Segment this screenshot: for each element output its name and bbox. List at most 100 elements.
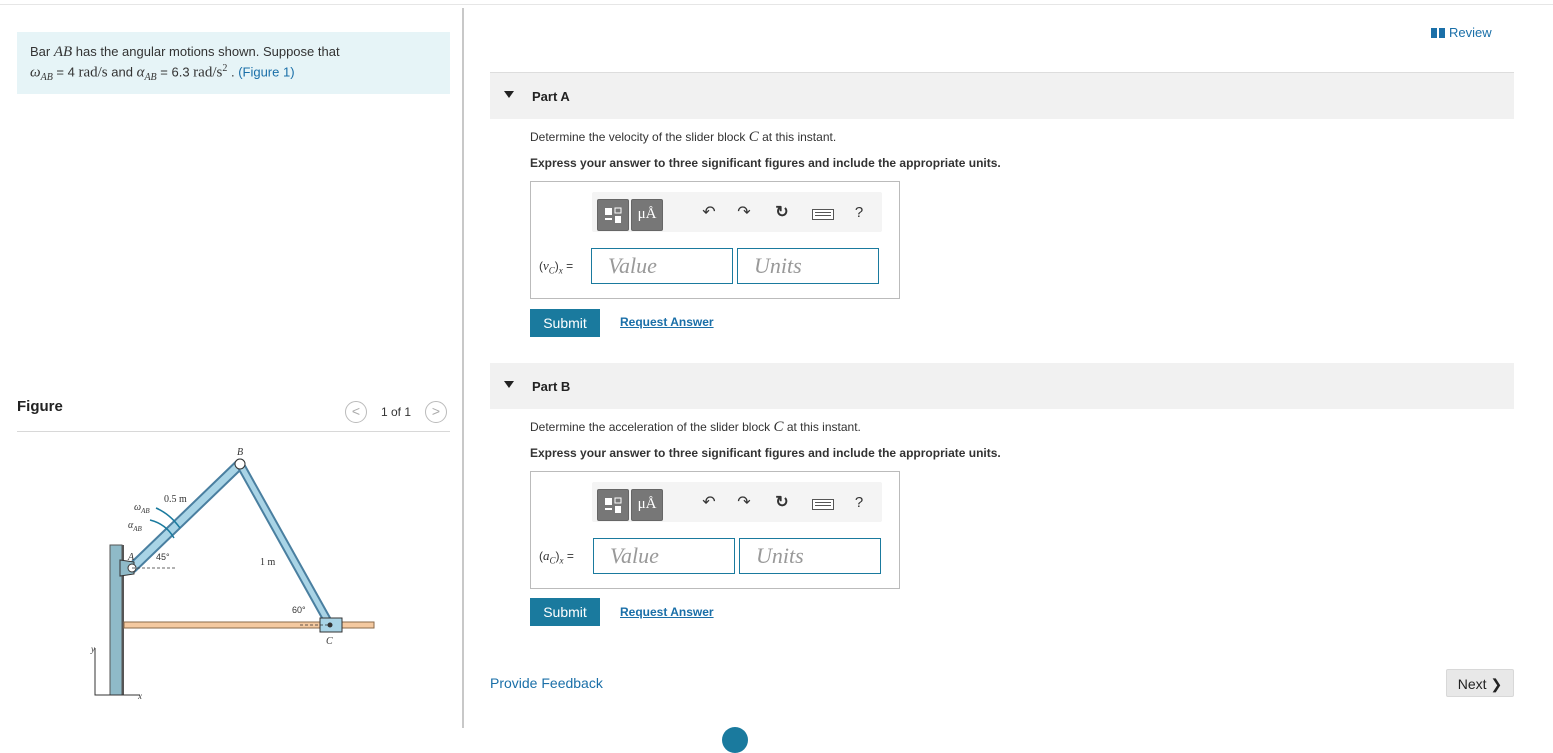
figure-link[interactable]: (Figure 1)	[238, 64, 294, 79]
problem-and: and	[107, 64, 137, 80]
figure-next-button[interactable]: >	[425, 401, 447, 423]
column-divider	[462, 8, 464, 728]
next-label: Next	[1457, 676, 1487, 692]
part-b-prompt-var: C	[773, 419, 784, 435]
omega-symbol: ω	[30, 64, 41, 81]
templates-icon	[605, 497, 622, 513]
problem-text-mid: has the angular motions shown. Suppose t…	[72, 44, 340, 59]
undo-icon[interactable]: ↶	[697, 203, 721, 223]
label-axis-y: y	[90, 644, 95, 654]
bar-bc	[235, 459, 335, 630]
part-a-lhs: (vC)x =	[539, 258, 574, 276]
problem-line-2: ωAB = 4 rad/s and αAB = 6.3 rad/s2 . (Fi…	[30, 63, 295, 83]
part-a-units-input[interactable]	[738, 249, 878, 283]
units-icon: μÅ	[637, 206, 657, 222]
keyboard-icon[interactable]	[812, 499, 834, 510]
figure-pager-text: 1 of 1	[381, 405, 412, 419]
help-icon[interactable]: ?	[847, 203, 871, 223]
part-a-prompt-var: C	[748, 129, 759, 145]
redo-icon[interactable]: ↷	[732, 493, 756, 513]
part-b-prompt-post: at this instant.	[783, 420, 861, 434]
label-b: B	[237, 447, 243, 458]
publisher-logo-icon	[722, 727, 748, 753]
part-b-units-field	[739, 538, 881, 574]
label-alpha-subscript: AB	[132, 525, 142, 533]
part-b-value-field	[593, 538, 735, 574]
mechanism-figure: B A C 0.5 m 1 m 45° 60° ωAB αAB y x	[90, 447, 375, 701]
units-button[interactable]: μÅ	[631, 199, 663, 231]
review-label: Review	[1449, 25, 1492, 40]
part-b-answer-box: μÅ ↶ ↷ ↻ ? (aC)x =	[530, 471, 900, 589]
part-a-submit-button[interactable]: Submit	[530, 309, 600, 337]
problem-statement: Bar AB has the angular motions shown. Su…	[17, 32, 450, 94]
label-a: A	[127, 552, 135, 563]
part-b-request-answer-link[interactable]: Request Answer	[620, 605, 714, 619]
problem-dot: .	[227, 64, 239, 80]
part-a-prompt-post: at this instant.	[758, 130, 837, 144]
alpha-subscript: AB	[144, 71, 157, 83]
figure-pager: < 1 of 1 >	[345, 401, 451, 423]
reset-icon[interactable]: ↻	[770, 203, 794, 223]
undo-icon[interactable]: ↶	[697, 493, 721, 513]
part-b-instruction: Express your answer to three significant…	[530, 446, 1001, 460]
chevron-left-icon: <	[351, 403, 361, 419]
top-rule	[0, 4, 1553, 5]
book-icon	[1431, 28, 1445, 38]
part-a-toolbar: μÅ ↶ ↷ ↻ ?	[592, 192, 882, 232]
part-b-title: Part B	[532, 379, 571, 394]
part-b-prompt: Determine the acceleration of the slider…	[530, 419, 861, 436]
part-a-units-field	[737, 248, 879, 284]
provide-feedback-link[interactable]: Provide Feedback	[490, 675, 603, 691]
part-b-value-input[interactable]	[594, 539, 734, 573]
pin-b	[234, 458, 246, 470]
part-a-prompt-pre: Determine the velocity of the slider blo…	[530, 130, 749, 144]
figure-rule	[17, 431, 450, 432]
part-a-value-input[interactable]	[592, 249, 732, 283]
reset-icon[interactable]: ↻	[770, 493, 794, 513]
bar-name: AB	[53, 44, 73, 60]
part-a-value-field	[591, 248, 733, 284]
part-a-lhs-subscript: C	[548, 265, 555, 276]
templates-button[interactable]	[597, 489, 629, 521]
caret-down-icon	[504, 381, 514, 388]
review-link[interactable]: Review	[1431, 25, 1492, 40]
units-button[interactable]: μÅ	[631, 489, 663, 521]
part-b-submit-button[interactable]: Submit	[530, 598, 600, 626]
part-b-units-input[interactable]	[740, 539, 880, 573]
part-a-answer-box: μÅ ↶ ↷ ↻ ? (vC)x =	[530, 181, 900, 299]
label-angle-45: 45°	[156, 552, 170, 562]
part-b-toolbar: μÅ ↶ ↷ ↻ ?	[592, 482, 882, 522]
figure-prev-button[interactable]: <	[345, 401, 367, 423]
help-icon[interactable]: ?	[847, 493, 871, 513]
alpha-unit: rad/s	[193, 64, 223, 81]
next-button[interactable]: Next ❯	[1446, 669, 1514, 697]
part-a-header[interactable]: Part A	[490, 73, 1514, 119]
part-b-lhs-equals: =	[563, 549, 574, 563]
label-angle-60: 60°	[292, 605, 306, 615]
omega-value: = 4	[52, 64, 79, 80]
problem-line-1: Bar AB has the angular motions shown. Su…	[30, 44, 340, 61]
label-omega-subscript: AB	[140, 507, 150, 515]
label-omega: ωAB	[134, 502, 150, 515]
keyboard-icon[interactable]	[812, 209, 834, 220]
redo-icon[interactable]: ↷	[732, 203, 756, 223]
label-length-ab: 0.5 m	[164, 494, 187, 505]
part-b-lhs: (aC)x =	[539, 548, 574, 566]
units-icon: μÅ	[637, 496, 657, 512]
part-b-prompt-pre: Determine the acceleration of the slider…	[530, 420, 774, 434]
problem-text-pre: Bar	[30, 44, 54, 59]
part-a-prompt: Determine the velocity of the slider blo…	[530, 129, 836, 146]
caret-down-icon	[504, 91, 514, 98]
part-a-request-answer-link[interactable]: Request Answer	[620, 315, 714, 329]
templates-icon	[605, 207, 622, 223]
part-b-header[interactable]: Part B	[490, 363, 1514, 409]
templates-button[interactable]	[597, 199, 629, 231]
omega-subscript: AB	[40, 71, 53, 83]
label-axis-x: x	[137, 691, 142, 701]
alpha-value: = 6.3	[156, 64, 194, 80]
omega-unit: rad/s	[78, 64, 108, 81]
bar-ab	[126, 458, 246, 574]
label-length-bc: 1 m	[260, 557, 276, 568]
part-a-lhs-equals: =	[562, 259, 574, 273]
chevron-right-icon: >	[431, 403, 441, 419]
